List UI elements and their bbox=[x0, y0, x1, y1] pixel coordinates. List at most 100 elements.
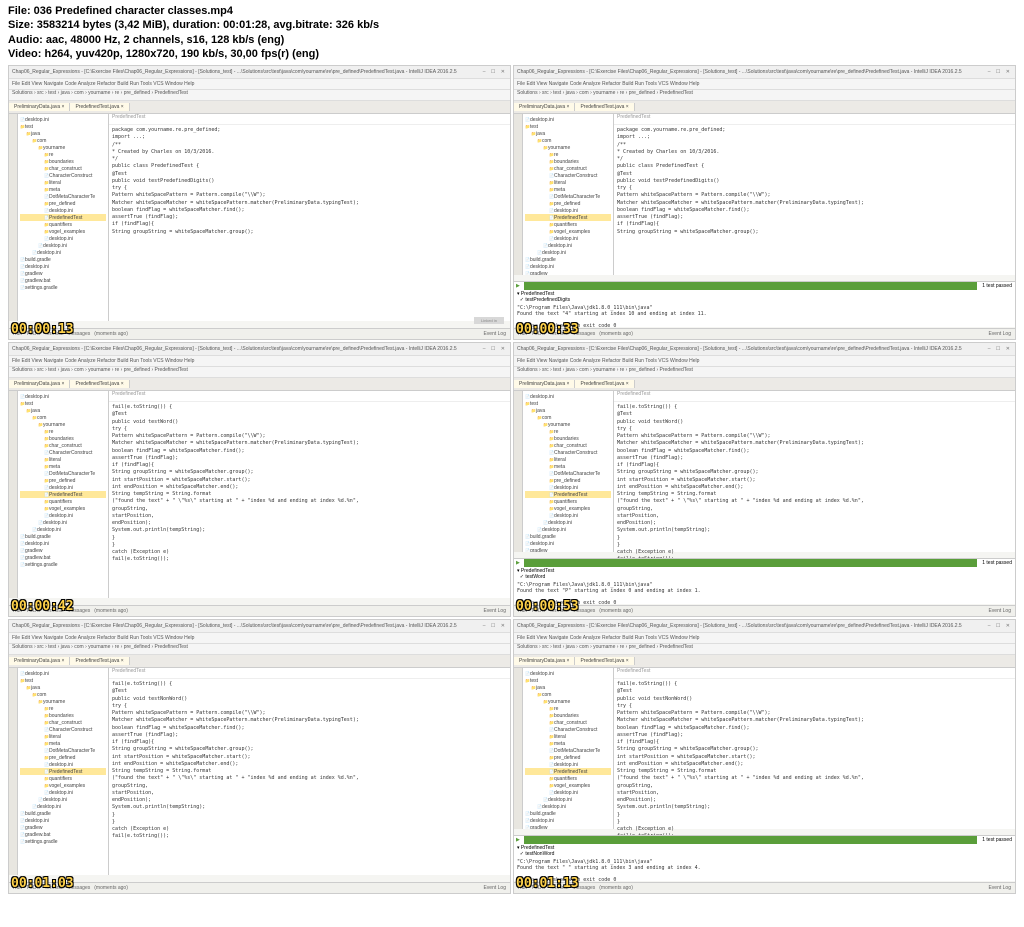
tree-node[interactable]: test bbox=[525, 677, 611, 684]
tool-window-bar[interactable] bbox=[9, 668, 18, 875]
tree-node[interactable]: desktop.ini bbox=[20, 484, 106, 491]
tree-node[interactable]: meta bbox=[20, 463, 106, 470]
tree-node[interactable]: PredefinedTest bbox=[525, 214, 611, 221]
test-tree[interactable]: ▾ PredefinedTest ✓ testWord bbox=[514, 567, 1015, 581]
tree-node[interactable]: DotMetaCharacterTe bbox=[525, 193, 611, 200]
tree-node[interactable]: settings.gradle bbox=[20, 284, 106, 291]
tree-node[interactable]: literal bbox=[20, 733, 106, 740]
tree-node[interactable]: boundaries bbox=[20, 158, 106, 165]
tree-node[interactable]: vogel_examples bbox=[525, 782, 611, 789]
tree-node[interactable]: desktop.ini bbox=[525, 116, 611, 123]
tree-node[interactable]: desktop.ini bbox=[525, 263, 611, 270]
tree-node[interactable]: meta bbox=[525, 740, 611, 747]
tree-node[interactable]: desktop.ini bbox=[20, 263, 106, 270]
play-icon[interactable]: ▶ bbox=[514, 837, 522, 843]
window-controls[interactable]: – ☐ ✕ bbox=[483, 69, 507, 75]
tree-node[interactable]: java bbox=[525, 407, 611, 414]
editor-tabs[interactable]: PreliminaryData.java ×PredefinedTest.jav… bbox=[514, 655, 1015, 668]
tree-node[interactable]: java bbox=[20, 684, 106, 691]
tool-window-bar[interactable] bbox=[514, 391, 523, 552]
editor-tab[interactable]: PredefinedTest.java × bbox=[70, 103, 129, 111]
editor-tab[interactable]: PredefinedTest.java × bbox=[575, 380, 634, 388]
tree-node[interactable]: gradlew bbox=[525, 824, 611, 829]
editor-pane[interactable]: PredefinedTest fail(e.toString()) { @Tes… bbox=[109, 391, 510, 598]
tree-node[interactable]: desktop.ini bbox=[525, 249, 611, 256]
tree-node[interactable]: CharacterConstruct bbox=[20, 449, 106, 456]
tree-node[interactable]: desktop.ini bbox=[525, 519, 611, 526]
tree-node[interactable]: desktop.ini bbox=[525, 540, 611, 547]
tree-node[interactable]: re bbox=[525, 428, 611, 435]
tree-node[interactable]: boundaries bbox=[20, 712, 106, 719]
window-controls[interactable]: – ☐ ✕ bbox=[988, 346, 1012, 352]
editor-pane[interactable]: PredefinedTest package com.yourname.re.p… bbox=[109, 114, 510, 321]
tree-node[interactable]: com bbox=[525, 691, 611, 698]
tree-node[interactable]: desktop.ini bbox=[525, 817, 611, 824]
tree-node[interactable]: yourname bbox=[20, 421, 106, 428]
tree-node[interactable]: desktop.ini bbox=[525, 235, 611, 242]
tree-node[interactable]: desktop.ini bbox=[20, 393, 106, 400]
test-tree[interactable]: ▾ PredefinedTest ✓ testPredefinedDigits bbox=[514, 290, 1015, 304]
code-area[interactable]: fail(e.toString()) { @Test public void t… bbox=[614, 402, 1015, 566]
tree-node[interactable]: quantifiers bbox=[525, 221, 611, 228]
tree-node[interactable]: boundaries bbox=[525, 712, 611, 719]
tree-node[interactable]: desktop.ini bbox=[525, 803, 611, 810]
tree-node[interactable]: test bbox=[20, 677, 106, 684]
editor-tab[interactable]: PredefinedTest.java × bbox=[70, 380, 129, 388]
editor-pane[interactable]: PredefinedTest fail(e.toString()) { @Tes… bbox=[614, 391, 1015, 552]
tree-node[interactable]: desktop.ini bbox=[20, 803, 106, 810]
tree-node[interactable]: pre_defined bbox=[20, 477, 106, 484]
tree-node[interactable]: CharacterConstruct bbox=[525, 726, 611, 733]
tree-node[interactable]: PredefinedTest bbox=[525, 491, 611, 498]
tree-node[interactable]: re bbox=[525, 705, 611, 712]
tree-node[interactable]: vogel_examples bbox=[20, 228, 106, 235]
tree-node[interactable]: PredefinedTest bbox=[525, 768, 611, 775]
code-area[interactable]: fail(e.toString()) { @Test public void t… bbox=[109, 679, 510, 843]
tree-node[interactable]: desktop.ini bbox=[20, 512, 106, 519]
tree-node[interactable]: test bbox=[20, 123, 106, 130]
tree-node[interactable]: pre_defined bbox=[525, 200, 611, 207]
tree-node[interactable]: gradlew.bat bbox=[20, 831, 106, 838]
tree-node[interactable]: pre_defined bbox=[525, 754, 611, 761]
menubar[interactable]: File Edit View Navigate Code Analyze Ref… bbox=[9, 79, 510, 90]
tree-node[interactable]: desktop.ini bbox=[20, 207, 106, 214]
tree-node[interactable]: yourname bbox=[20, 698, 106, 705]
tree-node[interactable]: java bbox=[525, 130, 611, 137]
tree-node[interactable]: com bbox=[525, 137, 611, 144]
tree-node[interactable]: PredefinedTest bbox=[20, 768, 106, 775]
tree-node[interactable]: java bbox=[20, 130, 106, 137]
tree-node[interactable]: re bbox=[20, 705, 106, 712]
tree-node[interactable]: desktop.ini bbox=[525, 484, 611, 491]
event-log[interactable]: Event Log bbox=[988, 885, 1011, 891]
menubar[interactable]: File Edit View Navigate Code Analyze Ref… bbox=[514, 356, 1015, 367]
tree-node[interactable]: test bbox=[20, 400, 106, 407]
editor-tab[interactable]: PreliminaryData.java × bbox=[514, 657, 575, 665]
tree-node[interactable]: meta bbox=[525, 463, 611, 470]
tree-node[interactable]: char_construct bbox=[525, 165, 611, 172]
tree-node[interactable]: desktop.ini bbox=[20, 235, 106, 242]
tree-node[interactable]: literal bbox=[20, 456, 106, 463]
tree-node[interactable]: desktop.ini bbox=[525, 512, 611, 519]
tree-node[interactable]: DotMetaCharacterTe bbox=[525, 470, 611, 477]
tree-node[interactable]: DotMetaCharacterTe bbox=[20, 193, 106, 200]
tree-node[interactable]: DotMetaCharacterTe bbox=[525, 747, 611, 754]
tool-window-bar[interactable] bbox=[9, 391, 18, 598]
tree-node[interactable]: literal bbox=[525, 179, 611, 186]
editor-tab[interactable]: PreliminaryData.java × bbox=[9, 657, 70, 665]
tree-node[interactable]: vogel_examples bbox=[525, 505, 611, 512]
tree-node[interactable]: quantifiers bbox=[525, 775, 611, 782]
tree-node[interactable]: char_construct bbox=[525, 719, 611, 726]
tree-node[interactable]: desktop.ini bbox=[20, 670, 106, 677]
tree-node[interactable]: desktop.ini bbox=[20, 116, 106, 123]
tree-node[interactable]: build.gradle bbox=[20, 256, 106, 263]
tree-node[interactable]: vogel_examples bbox=[525, 228, 611, 235]
tree-node[interactable]: re bbox=[525, 151, 611, 158]
window-controls[interactable]: – ☐ ✕ bbox=[988, 69, 1012, 75]
tree-node[interactable]: test bbox=[525, 400, 611, 407]
play-icon[interactable]: ▶ bbox=[514, 283, 522, 289]
tree-node[interactable]: yourname bbox=[525, 421, 611, 428]
tree-node[interactable]: desktop.ini bbox=[20, 249, 106, 256]
tree-node[interactable]: gradlew bbox=[20, 547, 106, 554]
tree-node[interactable]: settings.gradle bbox=[20, 838, 106, 845]
tree-node[interactable]: com bbox=[20, 414, 106, 421]
tree-node[interactable]: desktop.ini bbox=[525, 670, 611, 677]
